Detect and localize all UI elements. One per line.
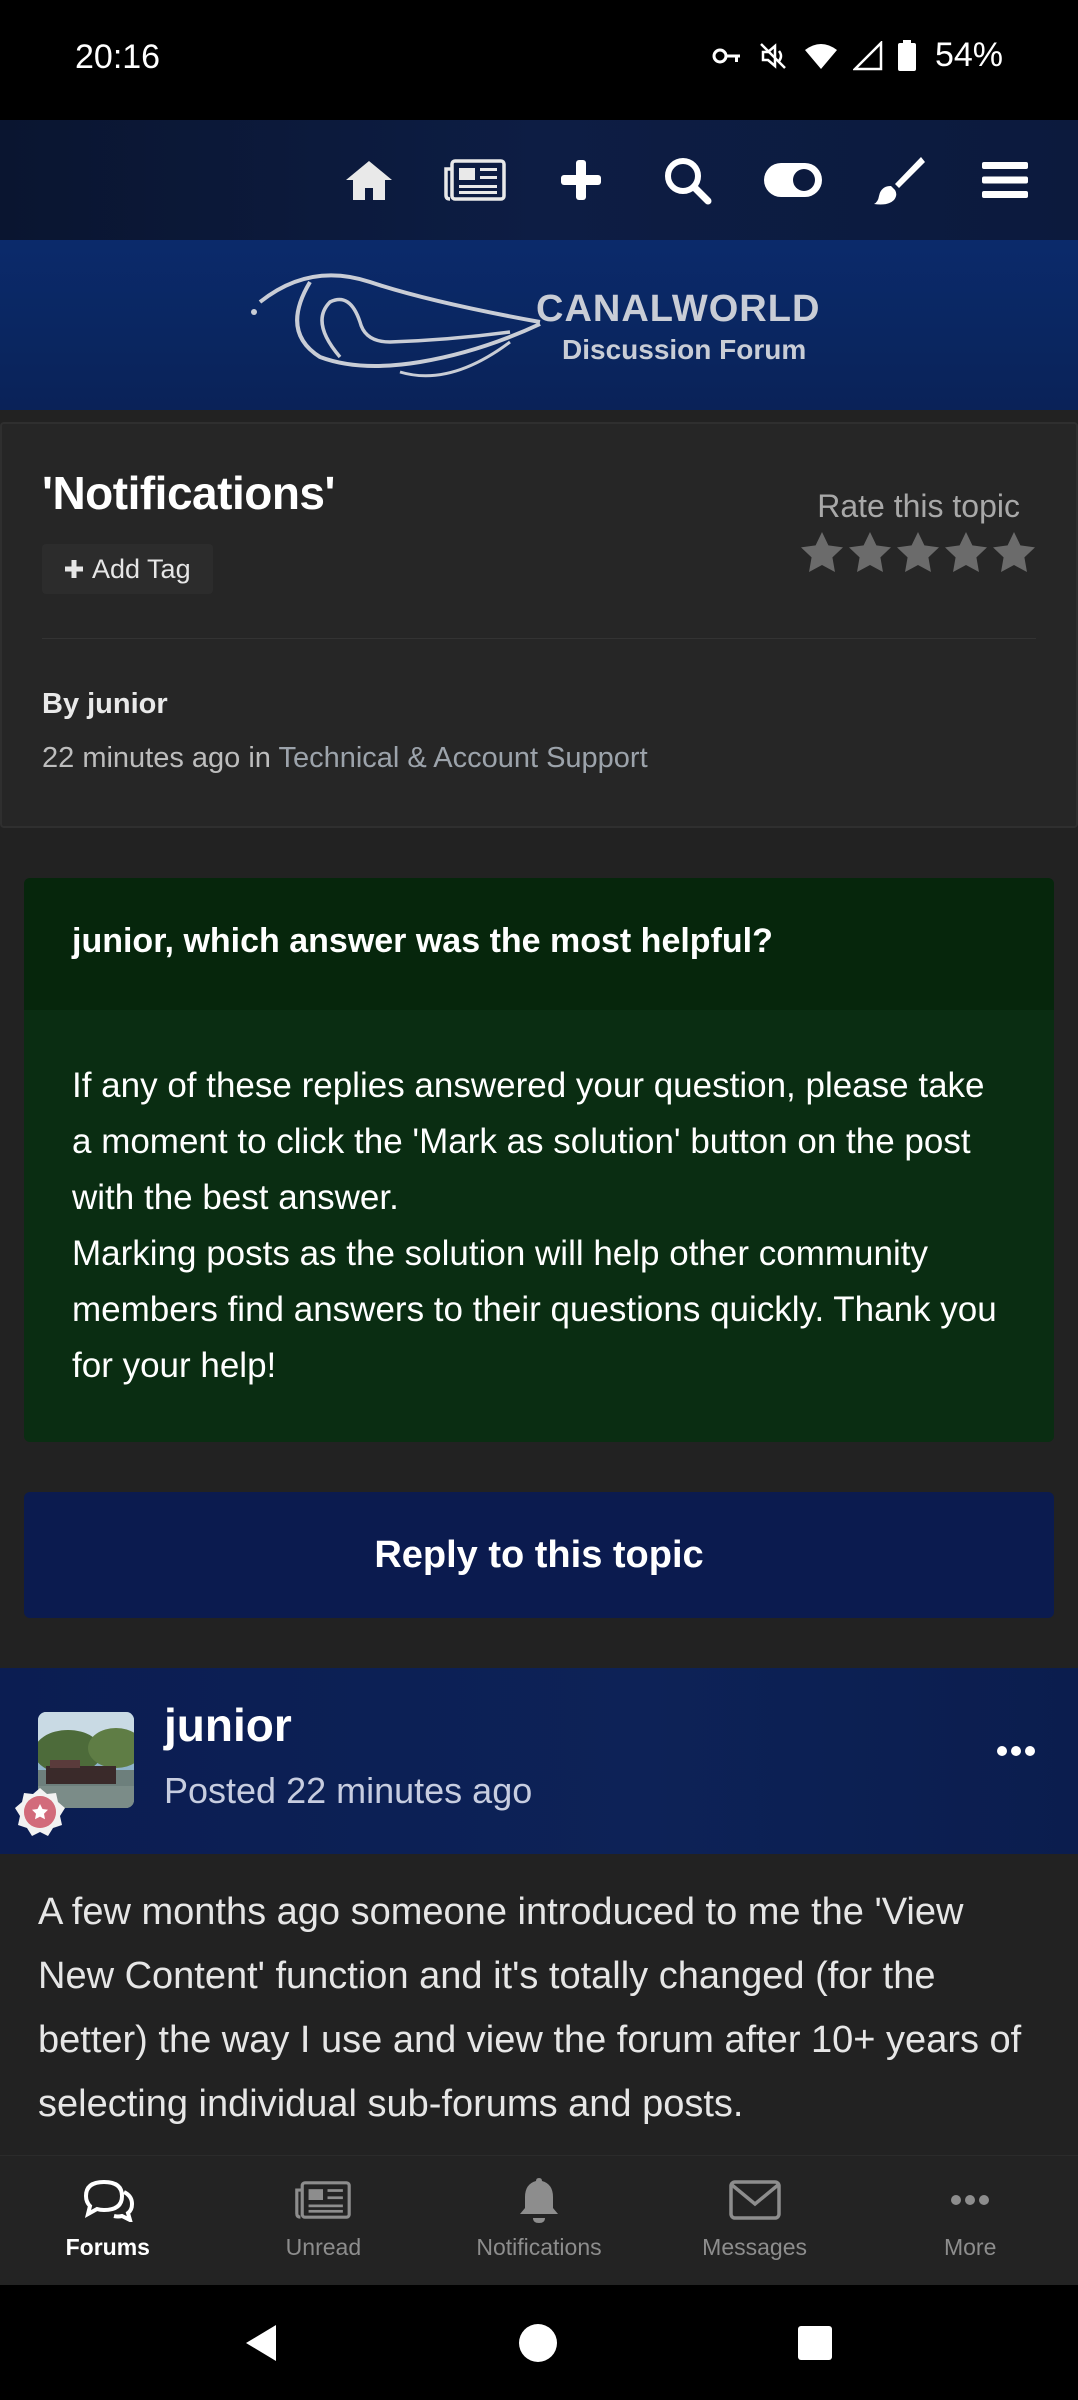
top-navigation bbox=[0, 120, 1078, 240]
post-header: junior Posted 22 minutes ago bbox=[0, 1668, 1078, 1854]
home-icon bbox=[346, 161, 392, 200]
tab-forums[interactable]: Forums bbox=[0, 2156, 216, 2285]
bottom-tab-bar: Forums Unread Notifications Messages Mor… bbox=[0, 2155, 1078, 2285]
logo-subtitle: Discussion Forum bbox=[562, 334, 807, 365]
post-options-button[interactable] bbox=[996, 1744, 1036, 1762]
tab-label: Notifications bbox=[476, 2234, 602, 2260]
search-icon bbox=[665, 158, 712, 205]
create-button[interactable] bbox=[528, 120, 634, 240]
back-icon[interactable] bbox=[242, 2323, 280, 2363]
solution-heading: junior, which answer was the most helpfu… bbox=[24, 878, 1054, 1010]
reply-to-topic-button[interactable]: Reply to this topic bbox=[24, 1492, 1054, 1618]
home-button[interactable] bbox=[316, 120, 422, 240]
status-time: 20:16 bbox=[75, 38, 161, 76]
more-icon bbox=[997, 1746, 1035, 1756]
canalworld-logo-icon bbox=[251, 273, 541, 378]
post-timestamp: Posted 22 minutes ago bbox=[164, 1770, 533, 1811]
plus-icon bbox=[561, 160, 601, 200]
vpn-key-icon bbox=[711, 44, 743, 68]
star-icon[interactable] bbox=[800, 532, 844, 574]
solution-text: If any of these replies answered your qu… bbox=[24, 1010, 1054, 1394]
tab-label: More bbox=[943, 2234, 997, 2260]
tab-label: Unread bbox=[285, 2234, 362, 2260]
signal-icon bbox=[852, 40, 883, 71]
tab-more[interactable]: More bbox=[862, 2156, 1078, 2285]
tab-label: Messages bbox=[702, 2234, 807, 2260]
status-bar: 20:16 54% bbox=[0, 0, 1078, 120]
tab-unread[interactable]: Unread bbox=[216, 2156, 432, 2285]
topic-meta: 22 minutes ago in Technical & Account Su… bbox=[42, 742, 648, 775]
topic-category-link[interactable]: Technical & Account Support bbox=[278, 742, 647, 774]
star-icon[interactable] bbox=[992, 532, 1036, 574]
star-icon[interactable] bbox=[848, 532, 892, 574]
star-icon[interactable] bbox=[944, 532, 988, 574]
search-button[interactable] bbox=[634, 120, 740, 240]
logo-title: CANALWORLD bbox=[536, 288, 821, 330]
brush-icon bbox=[874, 157, 925, 205]
rank-badge-icon bbox=[14, 1786, 66, 1838]
topic-title: 'Notifications' bbox=[42, 467, 335, 519]
plus-icon bbox=[65, 560, 83, 578]
home-circle-icon[interactable] bbox=[518, 2323, 558, 2363]
rating-stars[interactable] bbox=[800, 532, 1036, 574]
more-icon bbox=[951, 2195, 990, 2205]
topic-header: 'Notifications' Add Tag Rate this topic … bbox=[0, 422, 1078, 828]
forum-banner[interactable]: CANALWORLD Discussion Forum bbox=[0, 240, 1078, 410]
solution-paragraph-2: Marking posts as the solution will help … bbox=[72, 1234, 997, 1385]
battery-percentage: 54% bbox=[934, 36, 1003, 74]
bell-icon bbox=[519, 2178, 558, 2223]
recents-icon[interactable] bbox=[797, 2325, 833, 2361]
battery-icon bbox=[897, 39, 917, 72]
menu-icon bbox=[982, 162, 1028, 198]
solution-prompt: junior, which answer was the most helpfu… bbox=[24, 878, 1054, 1442]
post-content: A few months ago someone introduced to m… bbox=[38, 1891, 1022, 2125]
tab-label: Forums bbox=[65, 2234, 150, 2260]
author-line[interactable]: By junior bbox=[42, 688, 168, 721]
wifi-icon bbox=[803, 41, 839, 71]
system-navigation-bar bbox=[0, 2285, 1078, 2400]
tab-notifications[interactable]: Notifications bbox=[431, 2156, 647, 2285]
silent-icon bbox=[757, 40, 789, 72]
forums-icon bbox=[83, 2179, 134, 2222]
add-tag-button[interactable]: Add Tag bbox=[42, 544, 213, 594]
add-tag-label: Add Tag bbox=[92, 553, 191, 584]
solution-paragraph-1: If any of these replies answered your qu… bbox=[72, 1066, 985, 1217]
menu-button[interactable] bbox=[952, 120, 1058, 240]
star-icon[interactable] bbox=[896, 532, 940, 574]
news-button[interactable] bbox=[422, 120, 528, 240]
envelope-icon bbox=[728, 2180, 781, 2220]
style-button[interactable] bbox=[846, 120, 952, 240]
post-author[interactable]: junior bbox=[164, 1698, 292, 1752]
rate-topic-label: Rate this topic bbox=[817, 488, 1020, 524]
tab-messages[interactable]: Messages bbox=[647, 2156, 863, 2285]
theme-toggle-button[interactable] bbox=[740, 120, 846, 240]
topic-time: 22 minutes ago in bbox=[42, 742, 279, 774]
unread-icon bbox=[295, 2181, 352, 2219]
news-icon bbox=[444, 159, 506, 201]
divider bbox=[42, 638, 1036, 639]
toggle-icon bbox=[764, 163, 822, 197]
